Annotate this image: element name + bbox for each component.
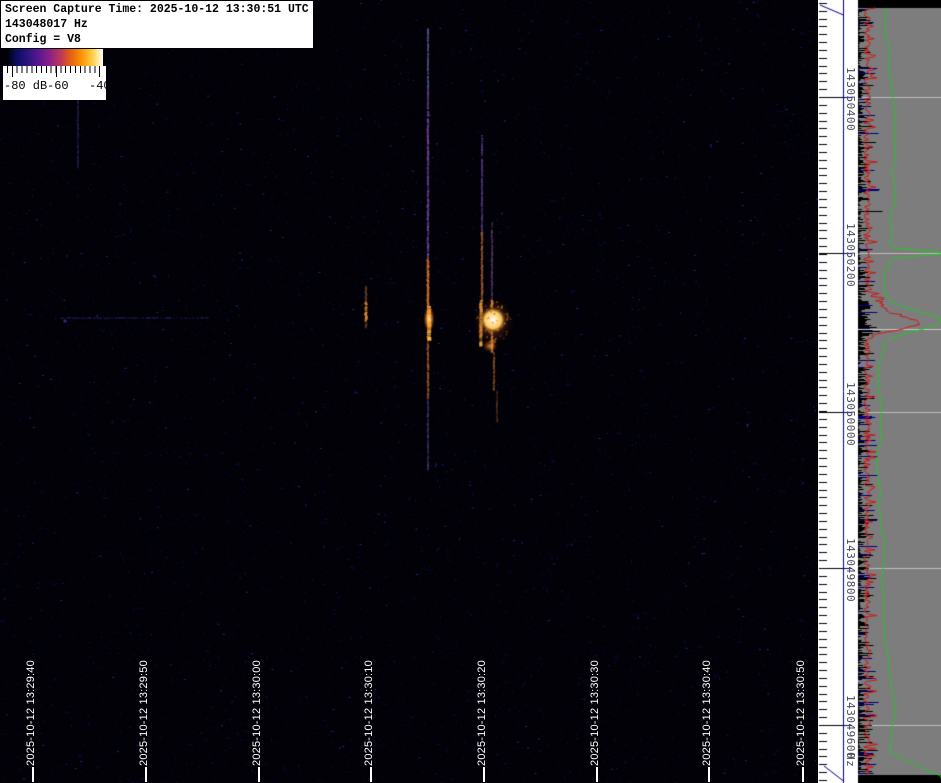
freq-axis-label: 143049600	[844, 695, 857, 759]
capture-time-line: Screen Capture Time: 2025-10-12 13:30:51…	[5, 2, 309, 17]
colorbar-label-max: -40	[89, 79, 111, 93]
frequency-ruler-and-spectrum-panel	[818, 0, 941, 783]
freq-axis-label: 143050000	[844, 382, 857, 446]
waterfall-spectrogram	[0, 0, 818, 783]
time-axis-label: 2025-10-12 13:29:40	[25, 660, 38, 766]
time-axis-label: 2025-10-12 13:30:20	[476, 660, 489, 766]
time-axis-tick	[258, 767, 260, 782]
colorbar-label-min: -80 dB	[4, 79, 47, 93]
freq-axis-label: 143049800	[844, 538, 857, 602]
freq-axis-label: 143050200	[844, 223, 857, 287]
config-line: Config = V8	[5, 32, 309, 47]
time-axis-label: 2025-10-12 13:30:30	[589, 660, 602, 766]
freq-axis-unit-label: Hz	[844, 753, 857, 767]
colorbar-scale: -80 dB -60 -40	[3, 66, 106, 100]
time-axis-label: 2025-10-12 13:30:00	[251, 660, 264, 766]
time-axis-tick	[483, 767, 485, 782]
time-axis-label: 2025-10-12 13:30:40	[701, 660, 714, 766]
freq-axis-label: 143050400	[844, 67, 857, 131]
time-axis-label: 2025-10-12 13:29:50	[138, 660, 151, 766]
colorbar-major-tick	[12, 66, 13, 77]
frequency-line: 143048017 Hz	[5, 17, 309, 32]
time-axis-tick	[802, 767, 804, 782]
colorbar-gradient	[7, 49, 103, 66]
time-axis-tick	[32, 767, 34, 782]
colorbar-major-tick	[99, 66, 100, 77]
time-axis-label: 2025-10-12 13:30:50	[795, 660, 808, 766]
spectrogram-app-window: Screen Capture Time: 2025-10-12 13:30:51…	[0, 0, 941, 783]
time-axis-label: 2025-10-12 13:30:10	[363, 660, 376, 766]
colorbar-legend: -80 dB -60 -40	[3, 49, 106, 100]
time-axis-tick	[370, 767, 372, 782]
colorbar-major-tick	[56, 66, 57, 77]
colorbar-label-mid: -60	[47, 79, 69, 93]
time-axis-tick	[596, 767, 598, 782]
time-axis-tick	[708, 767, 710, 782]
capture-info-box: Screen Capture Time: 2025-10-12 13:30:51…	[1, 1, 313, 48]
time-axis-tick	[145, 767, 147, 782]
